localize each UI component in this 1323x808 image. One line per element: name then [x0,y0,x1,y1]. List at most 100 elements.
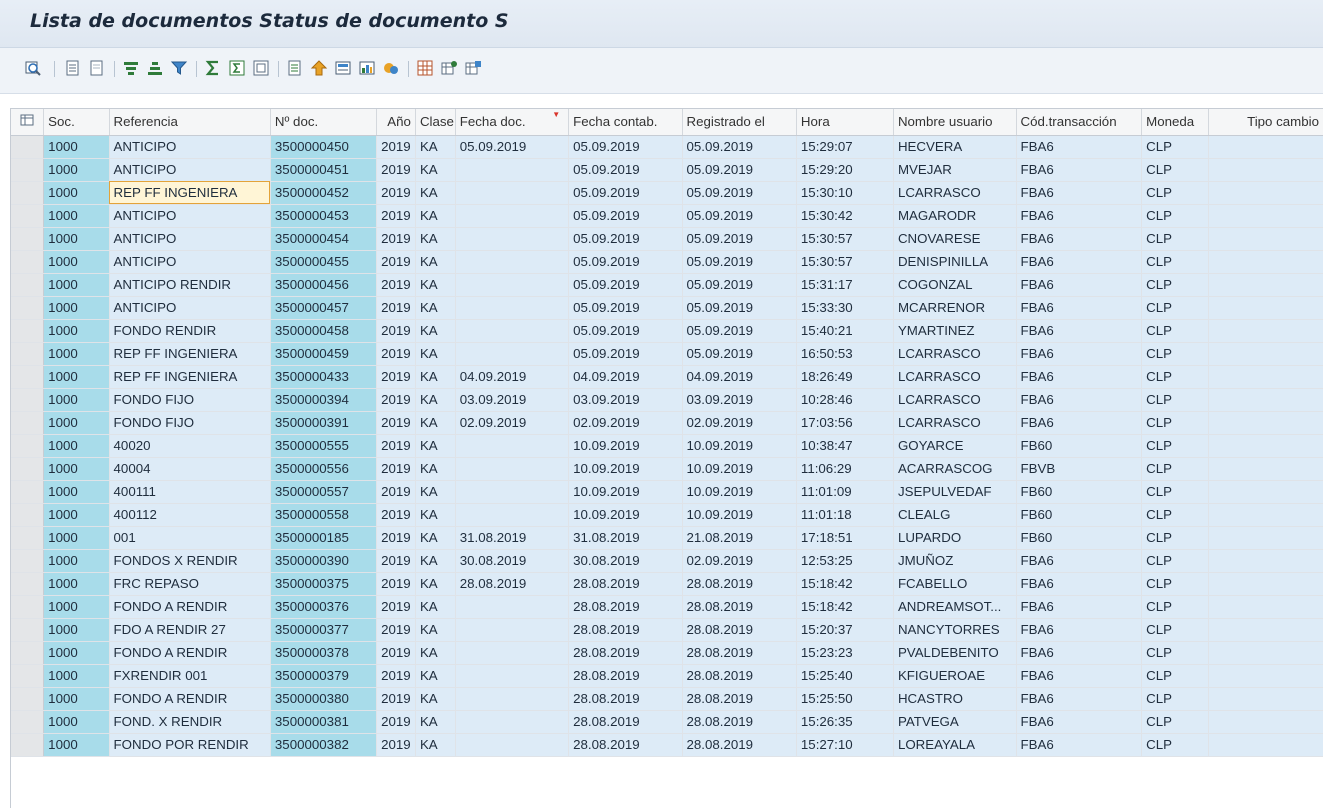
cell-moneda[interactable]: CLP [1141,457,1209,481]
cell-fecha-doc[interactable] [455,158,570,182]
cell-clase[interactable]: KA [415,480,456,504]
column-header-moneda[interactable]: Moneda [1141,109,1209,136]
table-row[interactable]: 1000 FONDO POR RENDIR 3500000382 2019 KA 28.0… [11,733,1323,757]
cell-fecha-contab[interactable]: 10.09.2019 [568,503,683,527]
cell-nombre-usuario[interactable]: LCARRASCO [893,181,1017,205]
table-row[interactable]: 1000 REP FF INGENIERA 3500000433 2019 KA 04.0… [11,365,1323,389]
cell-no-doc[interactable]: 3500000458 [270,319,378,343]
row-selector[interactable] [11,595,45,619]
cell-cod-transaccion[interactable]: FBA6 [1016,549,1143,573]
cell-clase[interactable]: KA [415,572,456,596]
cell-fecha-doc[interactable]: 03.09.2019 [455,388,570,412]
cell-no-doc[interactable]: 3500000455 [270,250,378,274]
cell-cod-transaccion[interactable]: FBA6 [1016,158,1143,182]
cell-soc[interactable]: 1000 [43,181,110,205]
cell-hora[interactable]: 15:25:40 [796,664,894,688]
cell-ano[interactable]: 2019 [376,480,416,504]
cell-moneda[interactable]: CLP [1141,411,1209,435]
cell-nombre-usuario[interactable]: JSEPULVEDAF [893,480,1017,504]
cell-hora[interactable]: 15:20:37 [796,618,894,642]
cell-no-doc[interactable]: 3500000433 [270,365,378,389]
table-row[interactable]: 1000 ANTICIPO 3500000454 2019 KA 05.09.2019 05… [11,227,1323,251]
cell-clase[interactable]: KA [415,388,456,412]
table-row[interactable]: 1000 REP FF INGENIERA 3500000459 2019 KA 05.0… [11,342,1323,366]
cell-fecha-contab[interactable]: 05.09.2019 [568,135,683,159]
cell-tipo-cambio[interactable] [1208,549,1323,573]
cell-registrado-el[interactable]: 05.09.2019 [682,250,797,274]
cell-nombre-usuario[interactable]: DENISPINILLA [893,250,1017,274]
cell-moneda[interactable]: CLP [1141,503,1209,527]
cell-hora[interactable]: 15:18:42 [796,572,894,596]
cell-referencia[interactable]: 40020 [109,434,271,458]
cell-nombre-usuario[interactable]: HECVERA [893,135,1017,159]
cell-clase[interactable]: KA [415,250,456,274]
cell-clase[interactable]: KA [415,687,456,711]
column-header-hora[interactable]: Hora [796,109,894,136]
cell-nombre-usuario[interactable]: HCASTRO [893,687,1017,711]
cell-cod-transaccion[interactable]: FB60 [1016,503,1143,527]
cell-fecha-doc[interactable] [455,480,570,504]
cell-ano[interactable]: 2019 [376,227,416,251]
cell-moneda[interactable]: CLP [1141,273,1209,297]
cell-ano[interactable]: 2019 [376,641,416,665]
cell-referencia[interactable]: FONDO RENDIR [109,319,271,343]
cell-tipo-cambio[interactable] [1208,595,1323,619]
cell-moneda[interactable]: CLP [1141,710,1209,734]
row-selector[interactable] [11,434,45,458]
row-selector[interactable] [11,572,45,596]
cell-fecha-doc[interactable]: 04.09.2019 [455,365,570,389]
column-header-tipo-cambio[interactable]: Tipo cambio [1208,109,1323,136]
cell-tipo-cambio[interactable] [1208,572,1323,596]
cell-clase[interactable]: KA [415,457,456,481]
cell-referencia[interactable]: FONDO FIJO [109,388,271,412]
cell-referencia[interactable]: 400111 [109,480,271,504]
cell-ano[interactable]: 2019 [376,503,416,527]
cell-fecha-doc[interactable]: 05.09.2019 [455,135,570,159]
cell-registrado-el[interactable]: 28.08.2019 [682,687,797,711]
row-selector[interactable] [11,135,45,159]
cell-soc[interactable]: 1000 [43,434,110,458]
cell-fecha-contab[interactable]: 05.09.2019 [568,204,683,228]
cell-no-doc[interactable]: 3500000380 [270,687,378,711]
cell-fecha-contab[interactable]: 05.09.2019 [568,250,683,274]
cell-registrado-el[interactable]: 05.09.2019 [682,296,797,320]
cell-clase[interactable]: KA [415,641,456,665]
column-header-fecha-contab[interactable]: Fecha contab. [568,109,683,136]
cell-no-doc[interactable]: 3500000382 [270,733,378,757]
cell-hora[interactable]: 15:29:07 [796,135,894,159]
cell-ano[interactable]: 2019 [376,135,416,159]
cell-clase[interactable]: KA [415,710,456,734]
cell-fecha-contab[interactable]: 28.08.2019 [568,710,683,734]
cell-fecha-doc[interactable] [455,319,570,343]
table-row[interactable]: 1000 001 3500000185 2019 KA 31.08.2019 31.08.2… [11,526,1323,550]
cell-tipo-cambio[interactable] [1208,733,1323,757]
cell-cod-transaccion[interactable]: FBA6 [1016,572,1143,596]
cell-referencia[interactable]: FONDO FIJO [109,411,271,435]
cell-referencia[interactable]: FDO A RENDIR 27 [109,618,271,642]
cell-cod-transaccion[interactable]: FBA6 [1016,181,1143,205]
cell-referencia[interactable]: FXRENDIR 001 [109,664,271,688]
cell-cod-transaccion[interactable]: FBA6 [1016,710,1143,734]
row-selector[interactable] [11,480,45,504]
cell-registrado-el[interactable]: 10.09.2019 [682,434,797,458]
cell-registrado-el[interactable]: 28.08.2019 [682,664,797,688]
cell-tipo-cambio[interactable] [1208,342,1323,366]
table-row[interactable]: 1000 ANTICIPO 3500000457 2019 KA 05.09.2019 05… [11,296,1323,320]
row-selector[interactable] [11,687,45,711]
cell-tipo-cambio[interactable] [1208,434,1323,458]
cell-registrado-el[interactable]: 05.09.2019 [682,135,797,159]
cell-hora[interactable]: 15:30:57 [796,250,894,274]
cell-soc[interactable]: 1000 [43,135,110,159]
cell-referencia[interactable]: FONDO A RENDIR [109,595,271,619]
cell-clase[interactable]: KA [415,273,456,297]
cell-nombre-usuario[interactable]: NANCYTORRES [893,618,1017,642]
row-selector[interactable] [11,319,45,343]
cell-no-doc[interactable]: 3500000381 [270,710,378,734]
cell-fecha-contab[interactable]: 05.09.2019 [568,296,683,320]
cell-registrado-el[interactable]: 21.08.2019 [682,526,797,550]
cell-soc[interactable]: 1000 [43,273,110,297]
cell-ano[interactable]: 2019 [376,365,416,389]
total-icon[interactable] [204,59,222,77]
cell-no-doc[interactable]: 3500000456 [270,273,378,297]
cell-clase[interactable]: KA [415,411,456,435]
